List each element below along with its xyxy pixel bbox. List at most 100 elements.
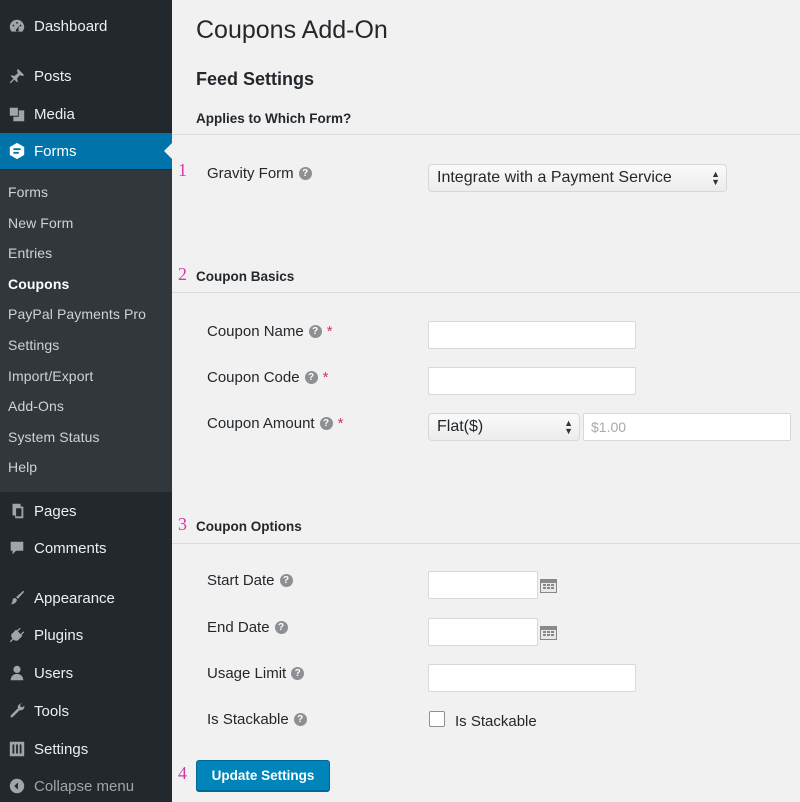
field-label-text: Is Stackable — [207, 711, 289, 728]
calendar-icon[interactable] — [540, 626, 557, 640]
help-icon[interactable]: ? — [308, 325, 322, 338]
nav-label: Appearance — [34, 589, 115, 607]
submenu-entries[interactable]: Entries — [8, 245, 52, 261]
is-stackable-checkbox-label[interactable]: Is Stackable — [455, 713, 537, 730]
field-label-text: Coupon Name — [207, 323, 304, 340]
divider — [172, 134, 800, 135]
step-marker-4: 4 — [178, 763, 187, 783]
nav-label: Plugins — [34, 626, 84, 644]
dashboard-icon — [0, 17, 34, 35]
required-mark: * — [326, 323, 333, 340]
section-basics-title: Coupon Basics — [196, 269, 295, 284]
field-label-text: Coupon Amount — [207, 415, 315, 432]
forms-submenu: Forms New Form Entries Coupons PayPal Pa… — [0, 170, 172, 492]
field-label-text: Gravity Form — [207, 165, 294, 182]
select-value: Integrate with a Payment Service — [437, 169, 672, 186]
submenu-system-status[interactable]: System Status — [8, 429, 100, 445]
help-icon[interactable]: ? — [291, 667, 305, 680]
usage-limit-label: Usage Limit ? — [207, 665, 305, 682]
is-stackable-label: Is Stackable ? — [207, 711, 307, 728]
submenu-coupons[interactable]: Coupons — [8, 276, 69, 292]
start-date-input[interactable] — [428, 571, 538, 599]
nav-item-appearance[interactable]: Appearance — [0, 580, 172, 616]
nav-item-media[interactable]: Media — [0, 96, 172, 132]
update-settings-button[interactable]: Update Settings — [196, 760, 330, 791]
media-icon — [0, 105, 34, 123]
nav-label: Forms — [34, 142, 77, 160]
coupon-code-input[interactable] — [428, 367, 636, 395]
paintbrush-icon — [0, 589, 34, 607]
submenu-help[interactable]: Help — [8, 459, 37, 475]
help-icon[interactable]: ? — [319, 417, 333, 430]
comment-icon — [0, 539, 34, 557]
nav-label: Pages — [34, 502, 77, 520]
coupon-amount-label: Coupon Amount ? * — [207, 415, 343, 432]
collapse-menu-button[interactable]: Collapse menu — [0, 768, 172, 802]
coupon-amount-type-select[interactable]: Flat($) ▲ ▼ — [428, 413, 580, 441]
pages-icon — [0, 502, 34, 520]
admin-sidebar: Dashboard Posts Media Forms Forms New Fo… — [0, 0, 172, 802]
gravity-form-label: Gravity Form ? — [207, 165, 312, 182]
help-icon[interactable]: ? — [293, 713, 307, 726]
nav-label: Media — [34, 105, 75, 123]
forms-icon — [0, 142, 34, 160]
section-options-title: Coupon Options — [196, 519, 302, 534]
required-mark: * — [337, 415, 344, 432]
help-icon[interactable]: ? — [274, 621, 288, 634]
nav-item-users[interactable]: Users — [0, 655, 172, 691]
section-applies-title: Applies to Which Form? — [196, 111, 352, 126]
nav-item-tools[interactable]: Tools — [0, 693, 172, 729]
field-label-text: Start Date — [207, 572, 275, 589]
start-date-label: Start Date ? — [207, 572, 293, 589]
field-label-text: Coupon Code — [207, 369, 300, 386]
nav-label: Comments — [34, 539, 107, 557]
help-icon[interactable]: ? — [279, 574, 293, 587]
divider — [172, 292, 800, 293]
select-arrows-icon: ▲ ▼ — [564, 418, 573, 436]
nav-item-plugins[interactable]: Plugins — [0, 617, 172, 653]
help-icon[interactable]: ? — [304, 371, 318, 384]
coupon-amount-input[interactable]: $1.00 — [583, 413, 791, 441]
nav-label: Posts — [34, 67, 72, 85]
nav-item-settings[interactable]: Settings — [0, 731, 172, 767]
nav-item-pages[interactable]: Pages — [0, 493, 172, 529]
gravity-form-select[interactable]: Integrate with a Payment Service ▲ ▼ — [428, 164, 727, 192]
nav-item-forms[interactable]: Forms — [0, 133, 172, 169]
usage-limit-input[interactable] — [428, 664, 636, 692]
calendar-icon[interactable] — [540, 579, 557, 593]
submenu-new-form[interactable]: New Form — [8, 215, 73, 231]
coupon-name-label: Coupon Name ? * — [207, 323, 333, 340]
is-stackable-checkbox[interactable] — [429, 711, 445, 727]
user-icon — [0, 664, 34, 682]
nav-label: Collapse menu — [34, 777, 135, 795]
submenu-paypal-payments-pro[interactable]: PayPal Payments Pro — [8, 306, 146, 322]
required-mark: * — [322, 369, 329, 386]
nav-label: Dashboard — [34, 17, 108, 35]
divider — [172, 543, 800, 544]
nav-item-posts[interactable]: Posts — [0, 58, 172, 94]
select-arrows-icon: ▲ ▼ — [711, 169, 720, 187]
help-icon[interactable]: ? — [298, 167, 312, 180]
nav-label: Settings — [34, 740, 89, 758]
submenu-forms[interactable]: Forms — [8, 184, 48, 200]
plug-icon — [0, 626, 34, 644]
end-date-label: End Date ? — [207, 619, 288, 636]
step-marker-2: 2 — [178, 264, 187, 284]
submenu-settings[interactable]: Settings — [8, 337, 59, 353]
submenu-import-export[interactable]: Import/Export — [8, 368, 93, 384]
field-label-text: Usage Limit — [207, 665, 287, 682]
step-marker-1: 1 — [178, 160, 187, 180]
end-date-input[interactable] — [428, 618, 538, 646]
submenu-add-ons[interactable]: Add-Ons — [8, 398, 64, 414]
coupon-name-input[interactable] — [428, 321, 636, 349]
nav-item-comments[interactable]: Comments — [0, 530, 172, 566]
nav-item-dashboard[interactable]: Dashboard — [0, 8, 172, 44]
main-content: Coupons Add-On Feed Settings Applies to … — [172, 0, 800, 802]
sliders-icon — [0, 740, 34, 758]
step-marker-3: 3 — [178, 514, 187, 534]
input-placeholder: $1.00 — [591, 419, 627, 435]
nav-label: Tools — [34, 702, 70, 720]
collapse-icon — [0, 777, 34, 795]
select-value: Flat($) — [437, 418, 484, 435]
field-label-text: End Date — [207, 619, 270, 636]
